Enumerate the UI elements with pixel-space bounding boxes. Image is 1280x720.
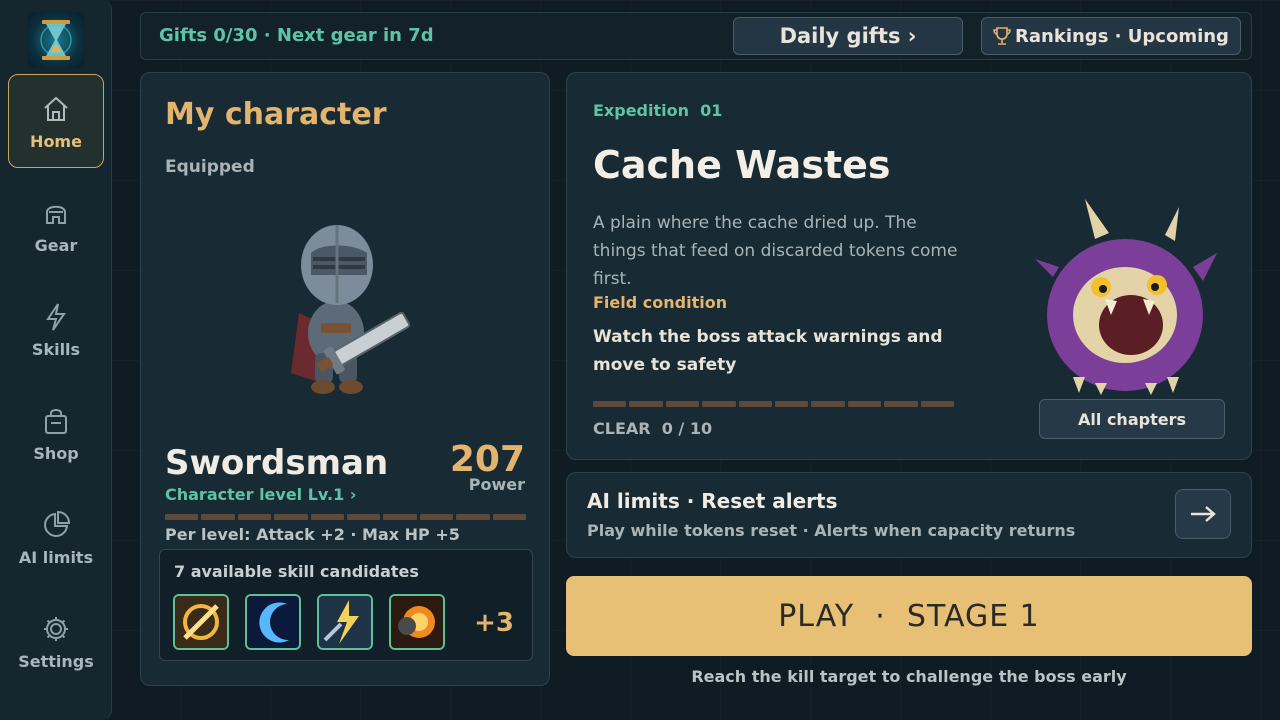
crescent-skill-icon[interactable]: [245, 594, 301, 650]
helmet-icon: [41, 196, 71, 230]
skill-candidates-title: 7 available skill candidates: [174, 562, 419, 581]
monster-boss-icon: [1033, 197, 1219, 397]
level-progress-bar: [165, 514, 526, 520]
per-level-bonus: Per level: Attack +2 · Max HP +5: [165, 525, 460, 544]
skill-candidates-box: 7 available skill candidates +3: [159, 549, 533, 661]
knight-character-icon[interactable]: [281, 213, 411, 403]
equipped-label: Equipped: [165, 157, 255, 177]
character-level-link[interactable]: Character level Lv.1 ›: [165, 485, 356, 504]
play-stage-button[interactable]: PLAY · STAGE 1: [566, 576, 1252, 656]
clear-progress-segment: [847, 401, 882, 407]
level-progress-segment: [274, 514, 308, 520]
ai-limits-arrow-button[interactable]: [1175, 489, 1231, 539]
fire-spin-skill-icon[interactable]: [389, 594, 445, 650]
power-value: 207: [449, 439, 525, 480]
nav-ai-limits-label: AI limits: [18, 547, 94, 567]
lightning-strike-skill-icon[interactable]: [317, 594, 373, 650]
nav-settings-label: Settings: [18, 651, 94, 671]
play-hint: Reach the kill target to challenge the b…: [691, 667, 1127, 686]
lightning-icon: [41, 300, 71, 334]
nav-skills[interactable]: Skills: [8, 282, 104, 376]
character-panel: My character Equipped Swordsman Characte…: [140, 72, 550, 686]
nav-gear-label: Gear: [34, 235, 78, 255]
bag-icon: [41, 404, 71, 438]
expedition-description: A plain where the cache dried up. The th…: [593, 213, 958, 289]
character-title: My character: [165, 97, 387, 132]
home-icon: [41, 92, 71, 126]
nav-home[interactable]: Home: [8, 74, 104, 168]
ai-limits-subtitle: Play while tokens reset · Alerts when ca…: [587, 521, 1076, 540]
nav-ai-limits[interactable]: AI limits: [8, 490, 104, 584]
trophy-icon: [993, 26, 1011, 46]
top-bar: Gifts 0/30 · Next gear in 7d Daily gifts…: [140, 12, 1252, 60]
level-progress-segment: [165, 514, 199, 520]
ai-limits-panel[interactable]: AI limits · Reset alerts Play while toke…: [566, 472, 1252, 558]
daily-gifts-button[interactable]: Daily gifts ›: [733, 17, 963, 55]
level-progress-segment: [201, 514, 235, 520]
more-skills-count: +3: [474, 608, 514, 638]
rankings-button[interactable]: Rankings · Upcoming: [981, 17, 1241, 55]
clear-progress-segment: [774, 401, 809, 407]
nav-skills-label: Skills: [31, 339, 81, 359]
power-label: Power: [468, 475, 525, 494]
rankings-label: Rankings · Upcoming: [1015, 25, 1229, 47]
nav-settings[interactable]: Settings: [8, 594, 104, 688]
clear-progress-segment: [738, 401, 772, 407]
slash-skill-icon[interactable]: [173, 594, 229, 650]
clear-progress-segment: [702, 401, 736, 407]
clear-progress-segment: [884, 401, 918, 407]
all-chapters-button[interactable]: All chapters: [1039, 399, 1225, 439]
clear-progress-segment: [811, 401, 845, 407]
daily-gifts-label: Daily gifts ›: [779, 24, 917, 48]
level-progress-segment: [456, 514, 490, 520]
level-progress-segment: [346, 514, 381, 520]
level-progress-segment: [383, 514, 417, 520]
clear-progress-segment: [665, 401, 700, 407]
expedition-panel: Expedition 01 Cache Wastes A plain where…: [566, 72, 1252, 460]
nav-home-label: Home: [30, 131, 82, 151]
ai-limits-title: AI limits · Reset alerts: [587, 489, 838, 513]
clear-progress-label: CLEAR 0 / 10: [593, 419, 713, 438]
nav-shop-label: Shop: [33, 443, 79, 463]
field-condition-text: Watch the boss attack warnings and move …: [593, 327, 943, 375]
gear-icon: [41, 612, 71, 646]
clear-progress-segment: [629, 401, 663, 407]
clear-progress-segment: [593, 401, 627, 407]
field-condition-label: Field condition: [593, 293, 728, 312]
expedition-number: Expedition 01: [593, 101, 723, 120]
level-progress-segment: [419, 514, 454, 520]
pie-icon: [41, 508, 71, 542]
clear-progress-bar: [593, 401, 954, 407]
arrow-right-icon: [1189, 504, 1217, 524]
nav-shop[interactable]: Shop: [8, 386, 104, 480]
expedition-title: Cache Wastes: [593, 143, 891, 187]
clear-progress-segment: [920, 401, 954, 407]
hourglass-logo-icon[interactable]: [28, 12, 84, 68]
play-stage-label: PLAY · STAGE 1: [778, 598, 1040, 634]
level-progress-segment: [310, 514, 344, 520]
level-progress-segment: [492, 514, 526, 520]
gifts-status: Gifts 0/30 · Next gear in 7d: [159, 25, 434, 46]
character-name: Swordsman: [165, 443, 389, 483]
level-progress-segment: [237, 514, 272, 520]
sidebar: Home Gear Skills Shop AI limits Settings: [0, 0, 112, 720]
nav-gear[interactable]: Gear: [8, 178, 104, 272]
